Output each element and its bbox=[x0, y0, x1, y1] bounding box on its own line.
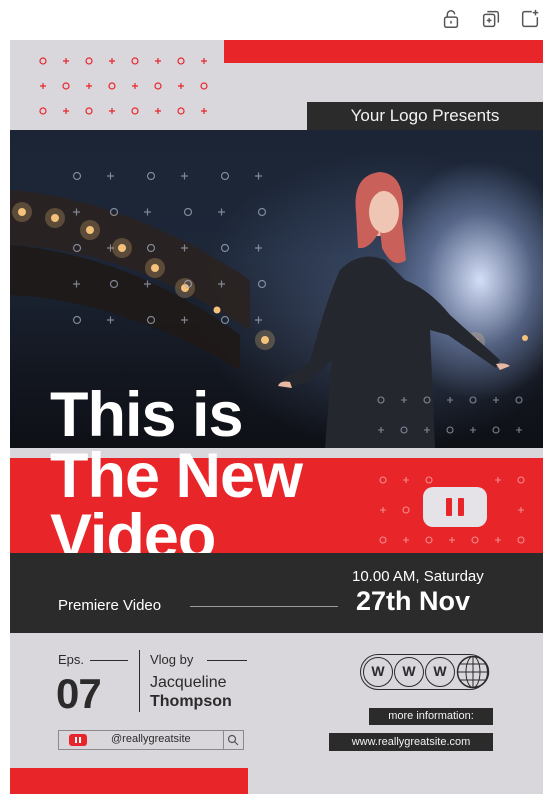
search-icon bbox=[227, 734, 239, 746]
lock-icon[interactable] bbox=[440, 8, 462, 30]
headline[interactable]: This is The New Video bbox=[50, 380, 303, 569]
duplicate-icon[interactable] bbox=[480, 8, 502, 30]
www-circle-1[interactable]: W bbox=[363, 657, 393, 687]
dot-pattern-photo bbox=[72, 171, 267, 325]
headline-line-1: This is bbox=[50, 380, 244, 450]
pause-button[interactable] bbox=[423, 487, 487, 527]
website-bar[interactable]: www.reallygreatsite.com bbox=[329, 733, 493, 751]
social-handle-box[interactable]: @reallygreatsite bbox=[58, 730, 244, 750]
premiere-label[interactable]: Premiere Video bbox=[58, 597, 161, 614]
www-circle-2[interactable]: W bbox=[394, 657, 424, 687]
social-handle-text: @reallygreatsite bbox=[111, 733, 191, 745]
premiere-divider bbox=[190, 606, 338, 607]
bottom-red-bar bbox=[10, 768, 248, 794]
vlog-label[interactable]: Vlog by bbox=[150, 652, 193, 667]
top-red-bar bbox=[224, 40, 543, 63]
vertical-divider bbox=[139, 650, 140, 712]
host-last-name[interactable]: Thompson bbox=[150, 693, 232, 711]
logo-presents-text: Your Logo Presents bbox=[350, 106, 500, 125]
eps-number[interactable]: 07 bbox=[56, 670, 102, 718]
host-first-name[interactable]: Jacqueline bbox=[150, 674, 227, 692]
poster-canvas[interactable]: Your Logo Presents This is The New Video… bbox=[10, 40, 543, 794]
headline-line-2: The New bbox=[50, 441, 303, 511]
globe-icon[interactable] bbox=[456, 655, 490, 689]
youtube-icon bbox=[69, 734, 87, 746]
www-circle-3[interactable]: W bbox=[425, 657, 455, 687]
dot-pattern-top bbox=[39, 57, 208, 115]
time-text[interactable]: 10.00 AM, Saturday bbox=[352, 568, 484, 585]
more-info-bar[interactable]: more information: bbox=[369, 708, 493, 725]
add-page-icon[interactable] bbox=[519, 8, 541, 30]
logo-presents-bar[interactable]: Your Logo Presents bbox=[307, 102, 543, 130]
website-text: www.reallygreatsite.com bbox=[351, 736, 471, 748]
eps-label[interactable]: Eps. bbox=[58, 652, 84, 667]
dot-pattern-photo-right bbox=[377, 396, 523, 434]
more-info-text: more information: bbox=[388, 710, 474, 722]
date-text[interactable]: 27th Nov bbox=[356, 586, 470, 617]
vlog-divider bbox=[207, 660, 247, 661]
pause-icon bbox=[446, 498, 452, 516]
eps-divider bbox=[90, 660, 128, 661]
